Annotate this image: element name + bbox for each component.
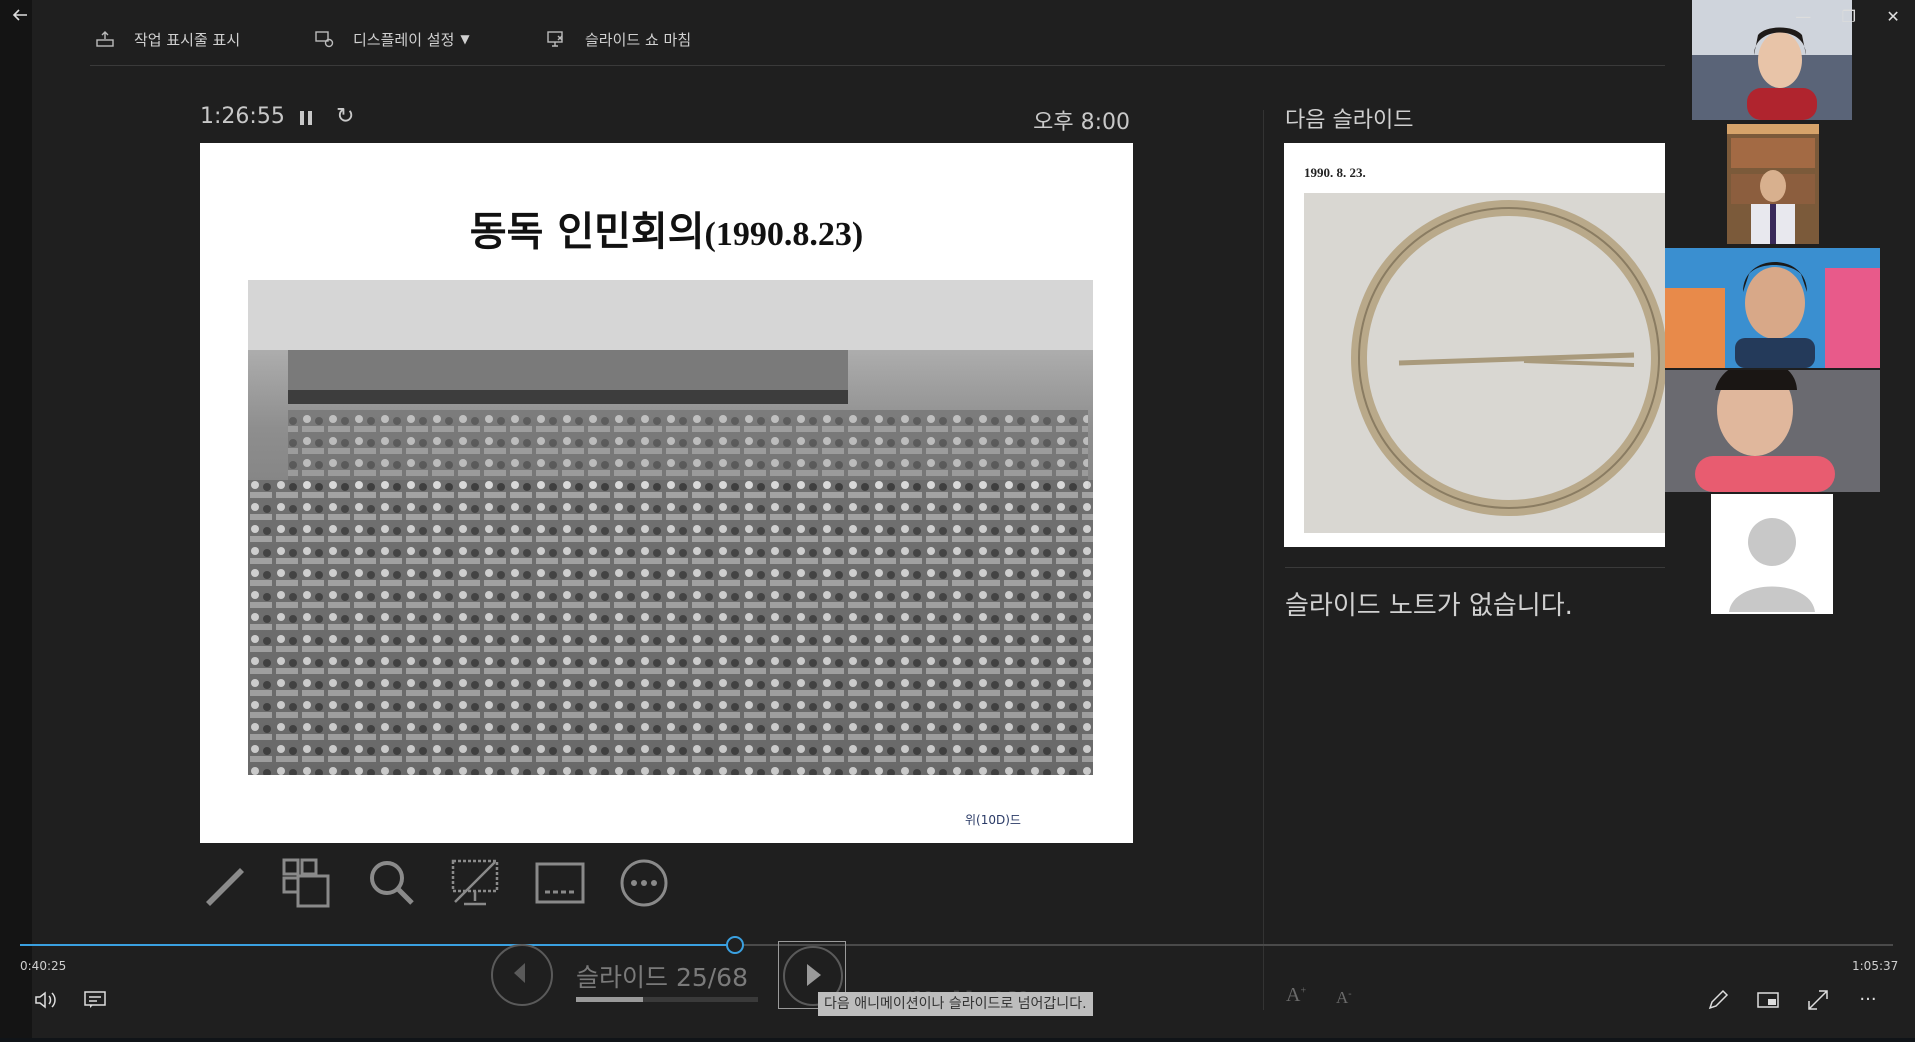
slide-title: 동독 인민회의(1990.8.23) [200,199,1133,257]
close-icon[interactable]: ✕ [1886,7,1899,26]
see-all-slides-icon [282,858,330,908]
end-slideshow-label: 슬라이드 쇼 마침 [585,30,692,49]
previous-slide-button[interactable] [491,944,553,1006]
show-taskbar-label: 작업 표시줄 표시 [134,30,241,49]
volume-icon[interactable] [34,990,58,1010]
restore-icon[interactable]: ❐ [1842,7,1856,26]
increase-font-button[interactable]: A+ [1286,984,1306,1007]
display-settings-icon [313,29,335,49]
user-avatar-icon [1729,518,1815,612]
black-screen-button[interactable] [450,858,500,908]
black-screen-icon [451,859,499,906]
next-slide-date: 1990. 8. 23. [1304,165,1366,180]
media-duration: 1:05:37 [1852,959,1899,973]
clock: 오후 8:00 [1033,110,1130,135]
toolbar-divider [90,65,1665,66]
notes-divider [1285,567,1665,568]
tooltip: 다음 애니메이션이나 슬라이드로 넘어갑니다. [818,992,1093,1016]
see-all-slides-button[interactable] [282,858,332,908]
media-position: 0:40:25 [20,959,67,973]
participant-tile [1665,370,1880,492]
end-slideshow-button[interactable]: 슬라이드 쇼 마침 [545,24,691,54]
seek-bar-thumb[interactable] [725,936,744,954]
more-options-button[interactable] [619,858,669,908]
slide-title-date: (1990.8.23) [704,216,864,253]
slide-title-text: 동독 인민회의 [469,209,705,255]
subtitles-icon [535,862,585,904]
window-controls[interactable]: — ❐ ✕ [1780,0,1915,32]
chevron-down-icon: ▼ [460,32,470,46]
bottom-border [0,1038,1915,1042]
elapsed-timer: 1:26:55 [200,104,285,129]
minimize-icon[interactable]: — [1795,7,1811,26]
more-icon[interactable]: ··· [1856,988,1880,1012]
display-settings-button[interactable]: 디스플레이 설정 ▼ [313,24,470,54]
decrease-font-button[interactable]: A- [1336,988,1352,1008]
participant-tile-no-video [1711,494,1833,614]
zoom-button[interactable] [367,858,417,908]
pen-tool-button[interactable] [200,858,250,908]
taskbar-icon [94,29,116,49]
end-show-icon [545,29,567,49]
panel-divider [1263,110,1264,1010]
seek-bar-fill [20,944,735,946]
fullscreen-icon[interactable] [1806,988,1830,1012]
chevron-left-icon [514,963,525,983]
slide-logo: 위(10D)드 [965,813,1021,827]
next-slide-photo [1304,193,1665,533]
slide-progress-fill [576,997,643,1002]
current-slide: 동독 인민회의(1990.8.23) 위(10D)드 [200,143,1133,843]
pen-icon[interactable] [1706,988,1730,1012]
left-strip [0,0,32,1042]
captions-icon[interactable] [84,991,106,1009]
display-settings-label: 디스플레이 설정 [353,30,455,49]
more-options-icon [620,859,668,907]
back-arrow-icon [12,9,27,21]
back-button[interactable] [8,6,32,30]
participant-tile [1727,124,1819,244]
pen-icon [206,868,244,906]
next-slide-preview[interactable]: 1990. 8. 23. [1284,143,1665,547]
notes-empty-text: 슬라이드 노트가 없습니다. [1285,591,1573,621]
zoom-icon [370,861,414,905]
reset-icon[interactable]: ↻ [336,104,354,129]
participant-tile [1665,248,1880,368]
pause-icon[interactable] [298,108,314,128]
slide-photo [248,280,1093,775]
show-taskbar-button[interactable]: 작업 표시줄 표시 [94,24,240,54]
picture-in-picture-icon[interactable] [1756,988,1780,1012]
next-slide-label: 다음 슬라이드 [1285,108,1414,133]
slide-counter: 슬라이드 25/68 [576,963,748,992]
subtitles-button[interactable] [535,858,585,908]
